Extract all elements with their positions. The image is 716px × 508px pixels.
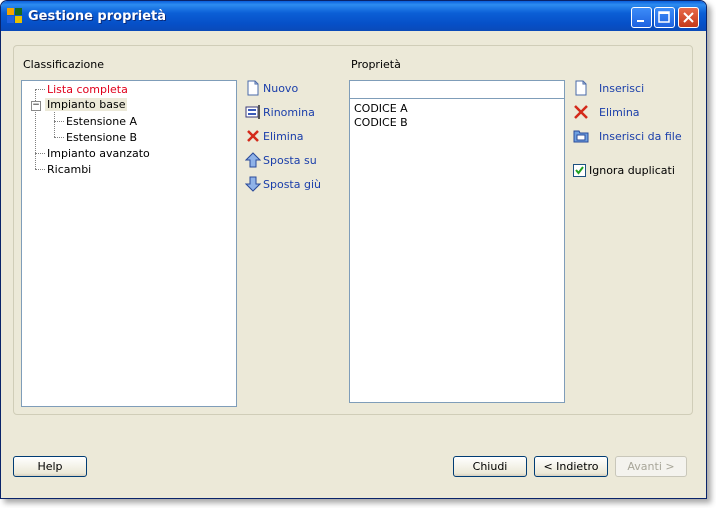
new-document-icon <box>247 80 259 96</box>
back-button[interactable]: < Indietro <box>534 456 608 477</box>
list-item[interactable]: CODICE A <box>354 102 408 115</box>
minimize-button[interactable] <box>631 7 652 28</box>
rename-icon <box>245 105 260 119</box>
properties-label: Proprietà <box>351 58 401 71</box>
checkbox-box[interactable] <box>573 164 586 177</box>
close-button[interactable]: Chiudi <box>453 456 527 477</box>
classification-label: Classificazione <box>23 58 105 71</box>
tree-line <box>54 121 64 122</box>
close-icon <box>683 12 694 23</box>
window-title: Gestione proprietà <box>28 9 167 24</box>
minimize-icon <box>637 20 644 22</box>
tree-line <box>54 110 55 137</box>
tree-item-impianto-base[interactable]: Impianto base <box>45 98 128 111</box>
delete-icon <box>247 130 259 142</box>
gestione-proprieta-window: Gestione proprietà Classificazione − Lis… <box>0 0 707 499</box>
classification-tree[interactable]: − Lista completa Impianto base Estension… <box>21 80 237 407</box>
folder-icon <box>573 130 589 143</box>
next-button: Avanti > <box>615 456 687 477</box>
delete-icon <box>574 105 588 119</box>
maximize-icon <box>658 11 670 23</box>
checkmark-icon <box>575 166 584 175</box>
tree-item-estensione-b[interactable]: Estensione B <box>66 131 137 144</box>
title-bar[interactable]: Gestione proprietà <box>1 1 706 31</box>
maximize-button[interactable] <box>654 7 675 28</box>
collapse-icon[interactable]: − <box>31 101 41 111</box>
tree-line <box>35 153 45 154</box>
tree-line <box>35 89 45 90</box>
tree-item-impianto-avanzato[interactable]: Impianto avanzato <box>47 147 150 160</box>
properties-list[interactable]: CODICE A CODICE B <box>349 98 565 403</box>
tree-line <box>35 169 45 170</box>
tree-line <box>54 137 64 138</box>
new-document-icon <box>575 80 587 96</box>
list-item[interactable]: CODICE B <box>354 116 408 129</box>
close-window-button[interactable] <box>678 7 699 28</box>
app-icon <box>7 8 23 24</box>
tree-item-ricambi[interactable]: Ricambi <box>47 163 91 176</box>
ignore-duplicates-label: Ignora duplicati <box>589 164 675 177</box>
arrow-up-icon <box>245 152 261 168</box>
tree-item-estensione-a[interactable]: Estensione A <box>66 115 137 128</box>
arrow-down-icon <box>245 176 261 192</box>
help-button[interactable]: Help <box>13 456 87 477</box>
tree-item-lista-completa[interactable]: Lista completa <box>47 83 128 96</box>
